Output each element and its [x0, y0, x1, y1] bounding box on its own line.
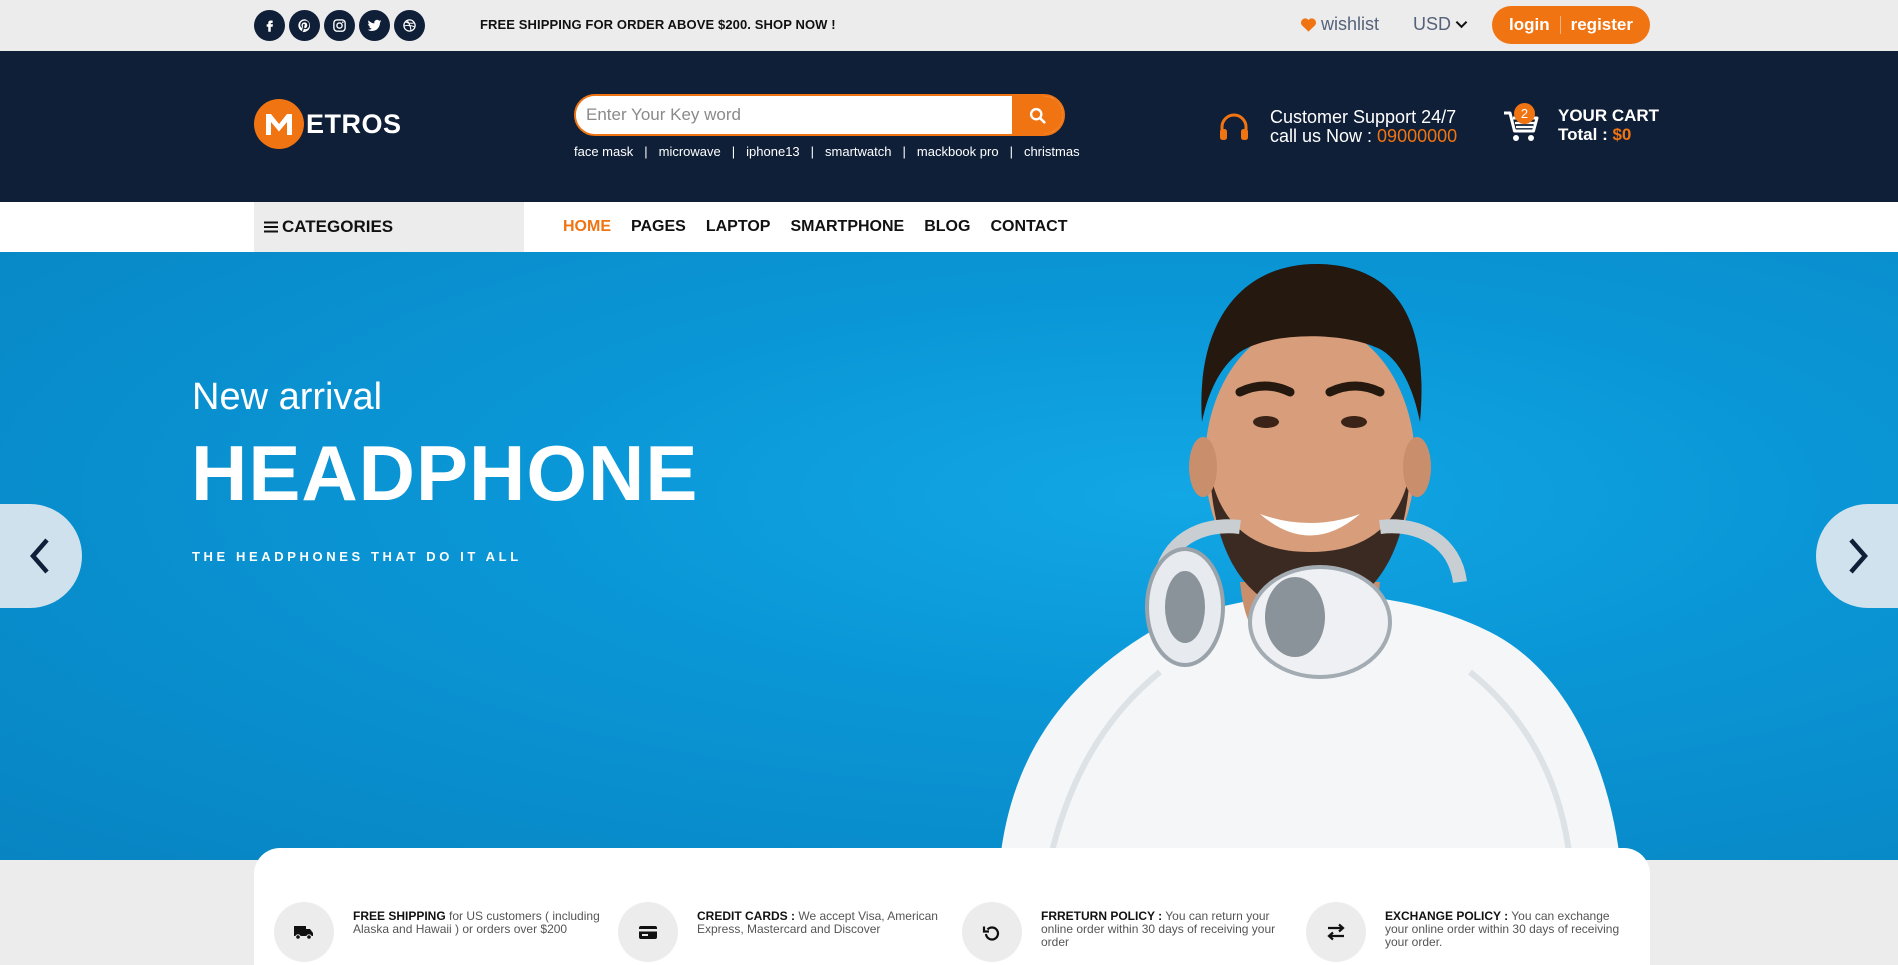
feature-text: FRRETURN POLICY : You can return your on…	[1041, 908, 1292, 949]
support-title: Customer Support 24/7	[1270, 107, 1457, 127]
instagram-link[interactable]	[324, 10, 355, 41]
support-call-label: call us Now :	[1270, 126, 1378, 146]
return-icon	[982, 926, 1000, 941]
nav-item-blog[interactable]: BLOG	[924, 218, 970, 236]
chevron-left-icon	[30, 538, 49, 574]
hero-model-image	[1000, 263, 1620, 860]
facebook-icon	[266, 20, 273, 32]
support-text: Customer Support 24/7 call us Now : 0900…	[1270, 108, 1457, 146]
categories-button[interactable]: CATEGORIES	[254, 202, 524, 252]
currency-value: USD	[1413, 14, 1452, 34]
feature-icon-wrap	[962, 902, 1022, 962]
truck-icon	[294, 926, 313, 940]
search-tag[interactable]: mackbook pro	[917, 144, 999, 159]
feature-title: CREDIT CARDS :	[697, 909, 795, 923]
site-logo[interactable]: ETROS	[254, 99, 402, 149]
feature-credit-cards: CREDIT CARDS : We accept Visa, American …	[618, 902, 948, 962]
login-button[interactable]: login	[1509, 15, 1550, 35]
logo-m-icon	[266, 114, 292, 135]
main-header: ETROS face mask | microwave | iphone13 |…	[0, 51, 1898, 202]
auth-divider	[1559, 16, 1561, 34]
search-tag[interactable]: microwave	[659, 144, 721, 159]
pinterest-icon	[298, 19, 311, 33]
feature-free-shipping: FREE SHIPPING for US customers ( includi…	[274, 902, 604, 962]
feature-icon-wrap	[274, 902, 334, 962]
search-tag[interactable]: smartwatch	[825, 144, 891, 159]
search-tag[interactable]: iphone13	[746, 144, 800, 159]
heart-icon	[1300, 18, 1317, 32]
twitter-icon	[367, 19, 382, 31]
feature-text: EXCHANGE POLICY : You can exchange your …	[1385, 908, 1636, 949]
facebook-link[interactable]	[254, 10, 285, 41]
cart-text: YOUR CART Total : $0	[1558, 106, 1659, 144]
feature-return-policy: FRRETURN POLICY : You can return your on…	[962, 902, 1292, 962]
cart-total-value: $0	[1612, 125, 1632, 144]
hero-slider: New arrival HEADPHONE THE HEADPHONES THA…	[0, 252, 1898, 860]
chevron-down-icon	[1455, 20, 1468, 29]
main-navigation: CATEGORIES HOME PAGES LAPTOP SMARTPHONE …	[0, 202, 1898, 252]
dribbble-link[interactable]	[394, 10, 425, 41]
feature-title: FRRETURN POLICY :	[1041, 909, 1163, 923]
hero-kicker: New arrival	[192, 376, 383, 418]
feature-exchange-policy: EXCHANGE POLICY : You can exchange your …	[1306, 902, 1636, 962]
wishlist-label: wishlist	[1321, 14, 1380, 34]
cart-count-badge: 2	[1514, 103, 1535, 124]
twitter-link[interactable]	[359, 10, 390, 41]
search-tag[interactable]: christmas	[1024, 144, 1080, 159]
top-bar: FREE SHIPPING FOR ORDER ABOVE $200. SHOP…	[0, 0, 1898, 51]
dribbble-icon	[403, 19, 416, 32]
features-panel: FREE SHIPPING for US customers ( includi…	[254, 848, 1650, 965]
cart-widget[interactable]: 2 YOUR CART Total : $0	[1502, 103, 1659, 144]
cart-icon-wrap: 2	[1502, 103, 1542, 144]
logo-text: ETROS	[306, 108, 402, 139]
tag-divider: |	[902, 144, 906, 159]
nav-item-pages[interactable]: PAGES	[631, 218, 686, 236]
feature-icon-wrap	[1306, 902, 1366, 962]
chevron-right-icon	[1849, 538, 1868, 574]
search-bar	[574, 94, 1065, 136]
tag-divider: |	[810, 144, 815, 159]
instagram-icon	[333, 19, 346, 32]
cart-total-label: Total :	[1558, 125, 1613, 144]
nav-item-home[interactable]: HOME	[563, 218, 611, 236]
exchange-icon	[1327, 923, 1345, 941]
hero-tagline: THE HEADPHONES THAT DO IT ALL	[192, 549, 522, 564]
promo-banner-text: FREE SHIPPING FOR ORDER ABOVE $200. SHOP…	[480, 17, 836, 32]
cart-total-line: Total : $0	[1558, 125, 1659, 144]
pinterest-link[interactable]	[289, 10, 320, 41]
credit-card-icon	[639, 926, 657, 939]
categories-label: CATEGORIES	[282, 217, 394, 236]
support-phone-line: call us Now : 09000000	[1270, 127, 1457, 146]
feature-title: EXCHANGE POLICY :	[1385, 909, 1509, 923]
tag-divider: |	[1009, 144, 1013, 159]
headset-icon	[1220, 113, 1248, 140]
nav-item-laptop[interactable]: LAPTOP	[706, 218, 771, 236]
nav-item-smartphone[interactable]: SMARTPHONE	[790, 218, 904, 236]
logo-mark	[254, 99, 304, 149]
feature-title: FREE SHIPPING	[353, 909, 446, 923]
search-tag[interactable]: face mask	[574, 144, 633, 159]
auth-buttons: login register	[1492, 6, 1650, 44]
search-input[interactable]	[576, 96, 1012, 134]
feature-icon-wrap	[618, 902, 678, 962]
cart-title: YOUR CART	[1558, 106, 1660, 125]
hero-title: HEADPHONE	[191, 429, 699, 517]
tag-divider: |	[644, 144, 648, 159]
nav-menu: HOME PAGES LAPTOP SMARTPHONE BLOG CONTAC…	[563, 202, 1067, 252]
nav-item-contact[interactable]: CONTACT	[990, 218, 1067, 236]
register-button[interactable]: register	[1571, 15, 1633, 35]
currency-select[interactable]: USD	[1413, 14, 1468, 35]
feature-text: CREDIT CARDS : We accept Visa, American …	[697, 908, 948, 936]
customer-support: Customer Support 24/7 call us Now : 0900…	[1218, 108, 1457, 146]
search-icon	[1029, 107, 1046, 124]
menu-icon	[264, 221, 278, 233]
wishlist-link[interactable]: wishlist	[1300, 14, 1379, 35]
social-links	[254, 10, 425, 41]
search-button[interactable]	[1012, 96, 1063, 134]
support-phone[interactable]: 09000000	[1377, 126, 1457, 146]
popular-search-tags: face mask | microwave | iphone13 | smart…	[574, 144, 1080, 159]
tag-divider: |	[731, 144, 736, 159]
feature-text: FREE SHIPPING for US customers ( includi…	[353, 908, 604, 936]
